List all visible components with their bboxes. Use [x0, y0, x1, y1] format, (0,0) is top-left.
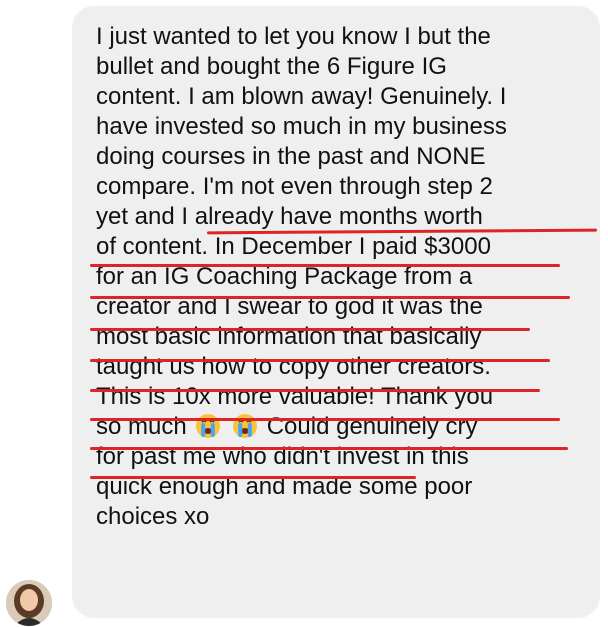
message-text: I just wanted to let you know I but the … [96, 22, 507, 532]
highlight-underline [90, 389, 540, 392]
highlight-underline [90, 359, 550, 362]
highlight-underline [90, 264, 560, 267]
message-line: choices xo [96, 503, 210, 530]
message-thread: I just wanted to let you know I but the … [0, 0, 608, 627]
message-line: most basic information that basically [96, 323, 482, 350]
highlight-underline [90, 328, 530, 331]
highlight-underline [90, 296, 570, 299]
loudly-crying-face-icon [233, 414, 258, 438]
message-bubble[interactable]: I just wanted to let you know I but the … [72, 6, 600, 618]
user-avatar-icon [6, 580, 52, 626]
message-line: compare. I'm not even through step 2 [96, 173, 493, 200]
message-line: of content. In December I paid $3000 [96, 233, 491, 260]
message-line-with-emoji: so much Could genuinely cry [96, 412, 507, 442]
loudly-crying-face-icon [196, 414, 221, 438]
message-line: yet and I already have months worth [96, 203, 483, 230]
highlight-underline [90, 476, 416, 479]
highlight-underline [90, 418, 560, 421]
message-line: have invested so much in my business [96, 113, 507, 140]
message-line: bullet and bought the 6 Figure IG [96, 53, 447, 80]
message-line: content. I am blown away! Genuinely. I [96, 83, 507, 110]
highlight-underline [90, 447, 568, 450]
message-line: doing courses in the past and NONE [96, 143, 486, 170]
message-line: I just wanted to let you know I but the [96, 23, 491, 50]
avatar[interactable] [6, 580, 52, 626]
message-line: taught us how to copy other creators. [96, 353, 491, 380]
message-line: This is 10x more valuable! Thank you [96, 383, 494, 410]
